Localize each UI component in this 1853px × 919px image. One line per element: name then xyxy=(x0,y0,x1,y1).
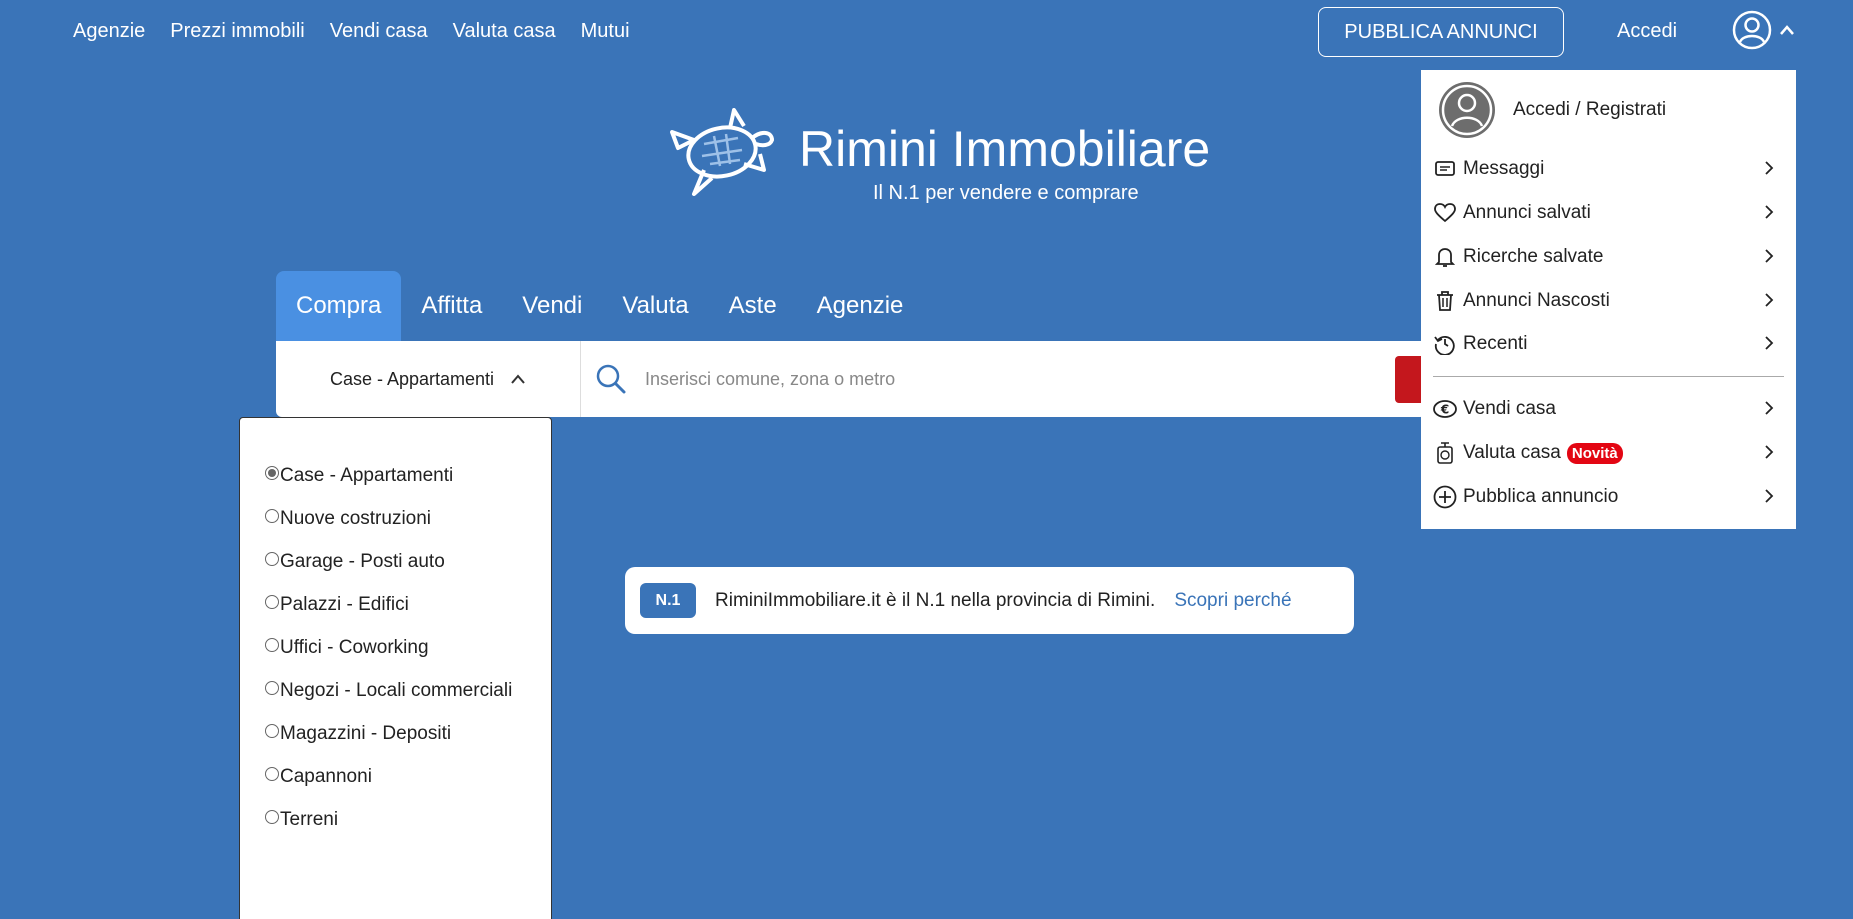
radio-button[interactable] xyxy=(265,809,279,824)
chevron-right-icon xyxy=(1765,445,1774,459)
login-link[interactable]: Accedi xyxy=(1617,20,1677,43)
brand-logo[interactable]: Rimini Immobiliare Il N.1 per vendere e … xyxy=(664,104,1210,205)
category-option[interactable]: Nuove costruzioni xyxy=(240,497,551,540)
category-option[interactable]: Case - Appartamenti xyxy=(240,454,551,497)
euro-icon: € xyxy=(1433,397,1457,421)
tab-vendi[interactable]: Vendi xyxy=(502,271,602,341)
plus-circle-icon xyxy=(1433,485,1457,509)
category-select[interactable]: Case - Appartamenti xyxy=(276,341,581,417)
login-register-label: Accedi / Registrati xyxy=(1513,99,1667,120)
tab-affitta[interactable]: Affitta xyxy=(401,271,502,341)
n1-banner: N.1 RiminiImmobiliare.it è il N.1 nella … xyxy=(625,567,1354,634)
menu-divider xyxy=(1433,376,1784,377)
svg-text:€: € xyxy=(1440,403,1449,417)
category-selected-label: Case - Appartamenti xyxy=(329,368,495,389)
menu-item-annunci-nascosti[interactable]: Annunci Nascosti xyxy=(1421,281,1796,321)
heart-icon xyxy=(1433,201,1457,225)
chevron-right-icon xyxy=(1765,401,1774,415)
chevron-up-icon xyxy=(511,374,525,384)
message-icon xyxy=(1433,157,1457,181)
search-input[interactable] xyxy=(645,368,1345,390)
history-icon xyxy=(1433,332,1457,356)
chevron-right-icon xyxy=(1765,336,1774,350)
bell-icon xyxy=(1433,245,1457,269)
user-circle-icon xyxy=(1732,10,1772,50)
chevron-right-icon xyxy=(1765,205,1774,219)
radio-button[interactable] xyxy=(265,766,279,781)
user-menu-toggle[interactable] xyxy=(1731,9,1795,51)
category-option[interactable]: Capannoni xyxy=(240,755,551,798)
tab-valuta[interactable]: Valuta xyxy=(602,271,708,341)
category-option[interactable]: Negozi - Locali commerciali xyxy=(240,669,551,712)
radio-button[interactable] xyxy=(265,508,279,523)
menu-item-annunci-salvati[interactable]: Annunci salvati xyxy=(1421,193,1796,233)
tab-aste[interactable]: Aste xyxy=(709,271,797,341)
nav-link-prezzi-immobili[interactable]: Prezzi immobili xyxy=(170,20,304,43)
radio-button[interactable] xyxy=(265,723,279,738)
publish-listings-button[interactable]: PUBBLICA ANNUNCI xyxy=(1318,7,1564,57)
menu-item-ricerche-salvate[interactable]: Ricerche salvate xyxy=(1421,237,1796,277)
top-nav: Agenzie Prezzi immobili Vendi casa Valut… xyxy=(73,20,630,43)
avatar-icon xyxy=(1439,82,1495,138)
radio-button[interactable] xyxy=(265,465,279,480)
turtle-logo-icon xyxy=(670,108,774,196)
category-option[interactable]: Garage - Posti auto xyxy=(240,540,551,583)
menu-item-pubblica-annuncio[interactable]: Pubblica annuncio xyxy=(1421,477,1796,517)
search-bar: Case - Appartamenti xyxy=(276,341,1426,417)
user-menu-dropdown: Accedi / Registrati Messaggi Annunci sal… xyxy=(1421,70,1796,529)
category-option[interactable]: Terreni xyxy=(240,798,551,841)
radio-button[interactable] xyxy=(265,594,279,609)
search-tabs: Compra Affitta Vendi Valuta Aste Agenzie xyxy=(276,271,923,341)
chevron-right-icon xyxy=(1765,293,1774,307)
search-icon xyxy=(596,364,626,394)
menu-item-recenti[interactable]: Recenti xyxy=(1421,324,1796,364)
login-register-item[interactable]: Accedi / Registrati xyxy=(1421,70,1796,150)
nav-link-mutui[interactable]: Mutui xyxy=(581,20,630,43)
chevron-right-icon xyxy=(1765,489,1774,503)
trash-icon xyxy=(1433,289,1457,313)
brand-title: Rimini Immobiliare xyxy=(799,121,1211,177)
category-option[interactable]: Magazzini - Depositi xyxy=(240,712,551,755)
radio-button[interactable] xyxy=(265,551,279,566)
menu-item-vendi-casa[interactable]: € Vendi casa xyxy=(1421,389,1796,429)
category-option[interactable]: Uffici - Coworking xyxy=(240,626,551,669)
menu-item-messaggi[interactable]: Messaggi xyxy=(1421,149,1796,189)
chevron-right-icon xyxy=(1765,161,1774,175)
menu-item-valuta-casa[interactable]: Valuta casa Novità xyxy=(1421,433,1796,473)
nav-link-agenzie[interactable]: Agenzie xyxy=(73,20,145,43)
n1-badge: N.1 xyxy=(640,583,696,618)
nav-link-vendi-casa[interactable]: Vendi casa xyxy=(330,20,428,43)
tab-compra[interactable]: Compra xyxy=(276,271,402,341)
radio-button[interactable] xyxy=(265,637,279,652)
category-dropdown: Case - Appartamenti Nuove costruzioni Ga… xyxy=(239,417,552,919)
discover-why-link[interactable]: Scopri perché xyxy=(1174,590,1291,612)
chevron-up-icon xyxy=(1780,25,1794,35)
chevron-right-icon xyxy=(1765,249,1774,263)
brand-tagline: Il N.1 per vendere e comprare xyxy=(873,182,1139,204)
banner-text: RiminiImmobiliare.it è il N.1 nella prov… xyxy=(715,589,1156,611)
nav-link-valuta-casa[interactable]: Valuta casa xyxy=(453,20,556,43)
radio-button[interactable] xyxy=(265,680,279,695)
scale-icon xyxy=(1433,441,1457,465)
category-option[interactable]: Palazzi - Edifici xyxy=(240,583,551,626)
tab-agenzie[interactable]: Agenzie xyxy=(797,271,924,341)
new-badge: Novità xyxy=(1566,442,1623,464)
